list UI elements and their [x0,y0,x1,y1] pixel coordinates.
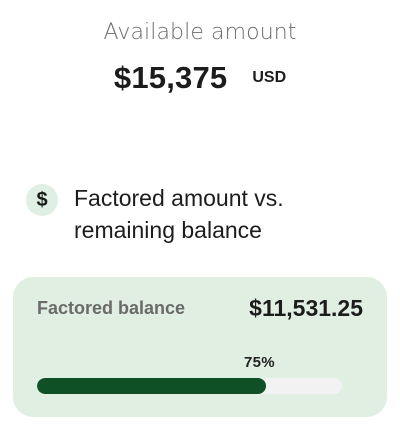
factored-balance-label: Factored balance [37,298,186,318]
dollar-icon: $ [26,184,58,216]
progress-fill [37,378,266,394]
currency-code: USD [252,69,287,86]
available-amount-label: Available amount [103,20,297,45]
progress-percent-label: 75% [244,354,275,371]
progress-track [37,378,342,394]
section-title: Factored amount vs. remaining balance [74,185,284,243]
factored-balance-value: $11,531.25 [249,295,363,321]
factored-balance-card: Factored balance $11,531.25 75% [13,277,387,417]
available-amount-value: $15,375 [113,60,228,95]
section-header: $ Factored amount vs. remaining balance [26,182,334,246]
factoring-summary-screen: Available amount $15,375 USD $ Factored … [0,0,400,442]
available-amount-row: $15,375 USD [0,60,400,96]
